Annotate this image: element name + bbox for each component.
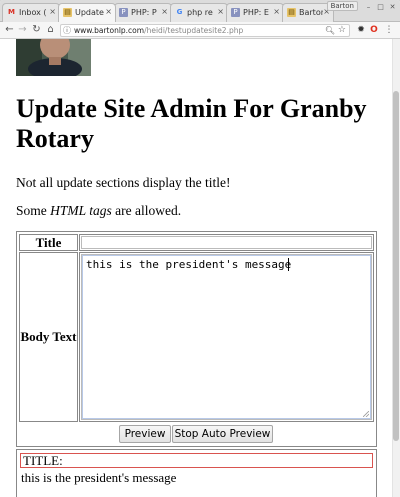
browser-toolbar: ← → ↻ ⌂ ⓘ www.bartonlp.com/heidi/testupd… <box>0 22 400 39</box>
close-icon[interactable]: × <box>161 7 168 17</box>
body-textarea[interactable]: this is the president's message <box>81 254 372 420</box>
home-icon[interactable]: ⌂ <box>45 24 56 36</box>
header-photo <box>16 39 91 76</box>
page-icon: ▤ <box>287 8 296 17</box>
note-text-after: are allowed. <box>111 203 182 218</box>
back-icon[interactable]: ← <box>4 24 15 36</box>
stop-auto-preview-button[interactable]: Stop Auto Preview <box>172 425 273 443</box>
tab-label: PHP: E <box>243 8 269 17</box>
preview-body: this is the president's message <box>21 470 177 485</box>
info-icon[interactable]: ⓘ <box>63 25 71 36</box>
tab-label: Update <box>75 8 104 17</box>
tab-update[interactable]: ▤ Update × <box>58 3 116 22</box>
bookmark-star-icon[interactable]: ☆ <box>338 25 346 36</box>
gmail-icon: M <box>8 8 15 16</box>
resize-grip-icon[interactable] <box>363 411 369 417</box>
reload-icon[interactable]: ↻ <box>31 24 42 36</box>
tab-label: PHP: P <box>131 8 157 17</box>
url-path: /heidi/testupdatesite2.php <box>144 26 244 35</box>
close-icon[interactable]: × <box>105 7 112 17</box>
html-tags-note: Some HTML tags are allowed. <box>16 203 181 219</box>
tab-strip: M Inbox ( × ▤ Update × P PHP: P × G php … <box>0 0 400 22</box>
forward-icon[interactable]: → <box>17 24 28 36</box>
close-icon[interactable]: × <box>273 7 280 17</box>
body-textarea-value: this is the president's message <box>86 258 292 271</box>
scrollbar-thumb[interactable] <box>393 91 399 441</box>
close-icon[interactable]: × <box>217 7 224 17</box>
tab-php-e[interactable]: P PHP: E × <box>226 3 284 22</box>
body-text-label: Body Text <box>19 252 78 422</box>
tab-inbox[interactable]: M Inbox ( × <box>2 3 60 22</box>
text-cursor <box>288 258 289 271</box>
title-display-note: Not all update sections display the titl… <box>16 175 231 190</box>
url-text: www.bartonlp.com/heidi/testupdatesite2.p… <box>74 26 243 36</box>
google-icon: G <box>176 8 183 16</box>
body-cell: this is the president's message <box>79 252 374 422</box>
minimize-icon[interactable]: – <box>364 3 373 11</box>
update-form-table: Title Body Text this is the president's … <box>16 231 377 447</box>
url-domain: www.bartonlp.com <box>74 26 145 35</box>
tab-php-re[interactable]: G php re × <box>170 3 228 22</box>
window-close-icon[interactable]: ✕ <box>388 3 397 11</box>
title-input[interactable] <box>81 236 372 249</box>
page-viewport: Update Site Admin For Granby Rotary Not … <box>0 39 400 497</box>
browser-window: M Inbox ( × ▤ Update × P PHP: P × G php … <box>0 0 400 497</box>
profile-button[interactable]: Barton <box>326 1 358 11</box>
title-label: Title <box>19 234 78 251</box>
maximize-icon[interactable]: □ <box>376 3 385 11</box>
page-icon: ▤ <box>63 8 72 17</box>
page-title: Update Site Admin For Granby Rotary <box>16 94 367 153</box>
note-text-before: Some <box>16 203 51 218</box>
preview-title: TITLE: <box>23 453 63 468</box>
title-cell <box>79 234 374 251</box>
php-icon: P <box>119 8 128 17</box>
php-icon: P <box>231 8 240 17</box>
zoom-icon[interactable]: 🔍︎ <box>325 25 335 36</box>
address-bar[interactable]: ⓘ www.bartonlp.com/heidi/testupdatesite2… <box>60 24 350 37</box>
preview-title-box: TITLE: <box>20 453 373 468</box>
tab-label: php re <box>187 8 213 17</box>
opera-icon[interactable]: O <box>369 25 379 36</box>
preview-button[interactable]: Preview <box>119 425 171 443</box>
menu-icon[interactable]: ⋮ <box>384 25 394 36</box>
preview-panel: TITLE: this is the president's message <box>16 449 377 497</box>
note-text-emphasis: HTML tags <box>50 203 112 218</box>
tab-php-p[interactable]: P PHP: P × <box>114 3 172 22</box>
tab-label: Barton <box>299 8 323 17</box>
vertical-scrollbar[interactable] <box>392 39 400 497</box>
extension-gear-icon[interactable]: ✹ <box>356 25 366 36</box>
close-icon[interactable]: × <box>49 7 56 17</box>
tab-label: Inbox ( <box>19 8 47 17</box>
